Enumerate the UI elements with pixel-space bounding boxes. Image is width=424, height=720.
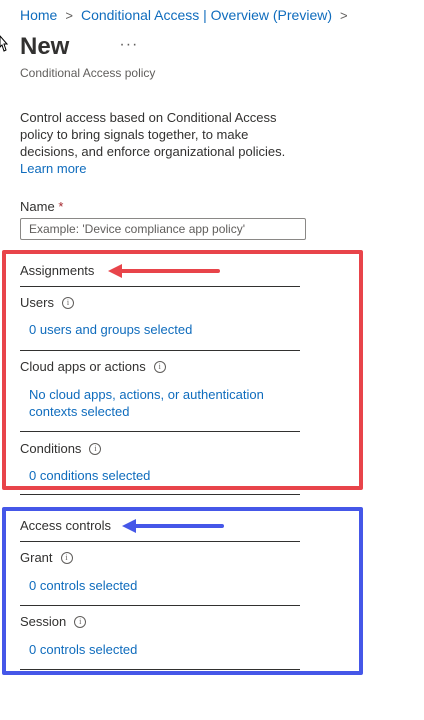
breadcrumb-home[interactable]: Home: [20, 7, 57, 23]
more-icon[interactable]: ···: [119, 36, 138, 54]
chevron-right-icon: >: [65, 7, 73, 23]
blue-arrow-icon: [122, 519, 224, 533]
chevron-right-icon: >: [340, 7, 348, 23]
red-arrow-icon: [108, 264, 220, 278]
cursor-icon: [0, 35, 8, 52]
breadcrumb-conditional-access[interactable]: Conditional Access | Overview (Preview): [81, 7, 332, 23]
page-title: New: [20, 33, 70, 60]
assignments-highlight-box: [2, 250, 363, 490]
divider: [20, 494, 300, 495]
breadcrumb: Home > Conditional Access | Overview (Pr…: [20, 7, 356, 23]
learn-more-link[interactable]: Learn more: [20, 161, 86, 176]
required-marker: *: [58, 199, 64, 214]
name-label-text: Name: [20, 199, 55, 214]
policy-description: Control access based on Conditional Acce…: [20, 110, 286, 159]
name-input[interactable]: [20, 218, 306, 240]
page-subtitle: Conditional Access policy: [20, 66, 156, 80]
title-row: New ···: [20, 33, 138, 61]
name-field-label: Name *: [20, 199, 63, 214]
